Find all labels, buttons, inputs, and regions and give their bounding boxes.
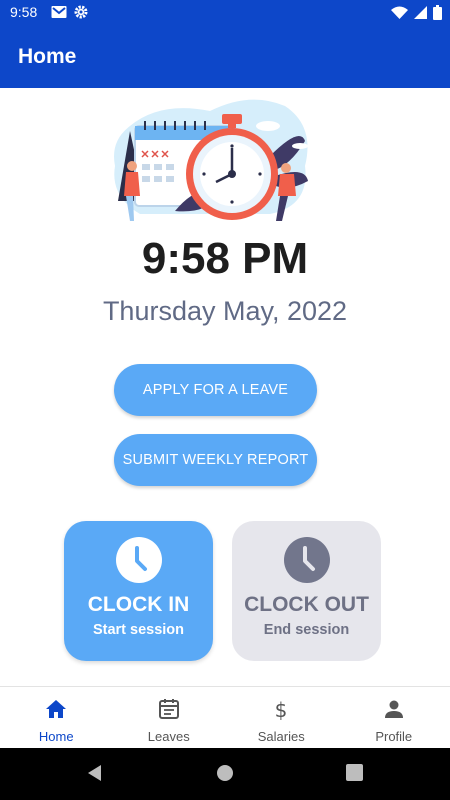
nav-item-leaves[interactable]: Leaves	[113, 687, 226, 748]
nav-item-home[interactable]: Home	[0, 687, 113, 748]
apply-leave-button[interactable]: APPLY FOR A LEAVE	[114, 364, 317, 416]
clock-icon	[283, 537, 330, 583]
app-bar: Home	[0, 26, 450, 88]
home-icon	[46, 700, 67, 718]
home-circle-icon[interactable]	[216, 764, 234, 782]
signal-icon	[414, 6, 427, 19]
nav-label: Salaries	[257, 729, 305, 744]
recents-icon[interactable]	[346, 764, 363, 781]
current-time: 9:58 PM	[141, 234, 309, 283]
nav-label: Profile	[375, 729, 413, 744]
clock-calendar-illustration	[114, 99, 308, 221]
svg-text:$: $	[275, 698, 288, 721]
page-title: Home	[18, 45, 77, 68]
clock-out-title: CLOCK OUT	[244, 593, 369, 616]
submit-weekly-report-button[interactable]: SUBMIT WEEKLY REPORT	[114, 434, 317, 486]
gmail-icon	[51, 6, 67, 18]
bottom-navigation: Home Leaves $ Salaries Profile	[0, 686, 450, 748]
battery-icon	[433, 5, 442, 20]
nav-label: Home	[38, 729, 74, 744]
person-icon	[384, 700, 403, 718]
status-bar: 9:58	[0, 0, 450, 26]
back-icon[interactable]	[86, 764, 104, 782]
clock-in-subtitle: Start session	[92, 622, 185, 638]
wifi-icon	[391, 6, 408, 19]
clock-icon	[115, 537, 162, 583]
clock-out-subtitle: End session	[263, 622, 350, 638]
calendar-icon	[158, 699, 179, 719]
clock-out-card[interactable]: CLOCK OUT End session	[232, 521, 381, 661]
nav-label: Leaves	[147, 729, 190, 744]
settings-icon	[74, 5, 88, 19]
clock-in-card[interactable]: CLOCK IN Start session	[64, 521, 213, 661]
system-navigation-bar	[0, 748, 450, 800]
clock-in-title: CLOCK IN	[87, 593, 190, 616]
nav-item-salaries[interactable]: $ Salaries	[225, 687, 338, 748]
dollar-icon: $	[275, 698, 288, 721]
status-time: 9:58	[10, 4, 38, 20]
current-date: Thursday May, 2022	[102, 296, 348, 326]
nav-item-profile[interactable]: Profile	[338, 687, 450, 748]
